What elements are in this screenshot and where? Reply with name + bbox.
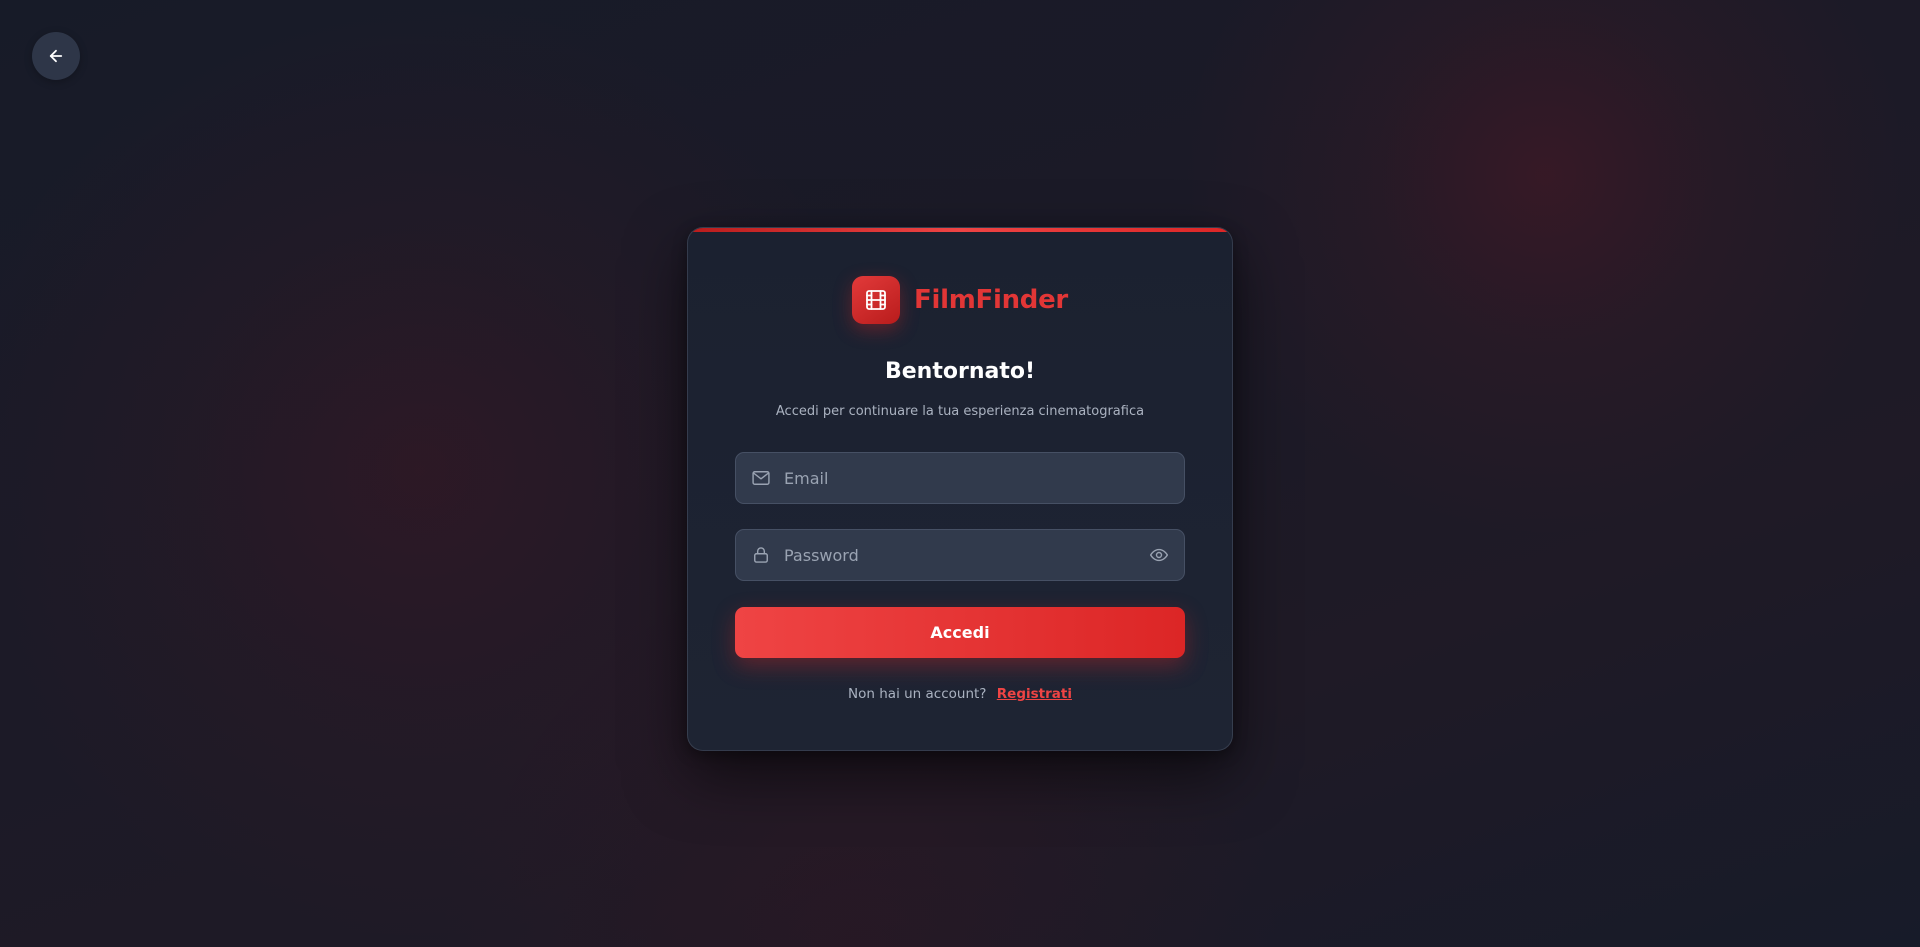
back-button[interactable] bbox=[32, 32, 80, 80]
login-button[interactable]: Accedi bbox=[735, 607, 1185, 658]
page-subtitle: Accedi per continuare la tua esperienza … bbox=[775, 404, 1145, 419]
card-accent-bar bbox=[688, 228, 1232, 232]
signup-row: Non hai un account? Registrati bbox=[688, 686, 1232, 702]
eye-icon bbox=[1149, 548, 1169, 562]
password-field[interactable] bbox=[735, 529, 1185, 581]
arrow-left-icon bbox=[49, 49, 63, 63]
page-title: Bentornato! bbox=[884, 359, 1035, 384]
login-card: FilmFinder Bentornato! Accedi per contin… bbox=[687, 227, 1233, 751]
email-field[interactable] bbox=[735, 452, 1185, 504]
film-icon bbox=[866, 290, 886, 310]
lock-icon bbox=[751, 545, 771, 565]
password-input[interactable] bbox=[784, 530, 1134, 580]
brand-logo bbox=[852, 276, 901, 324]
brand-name: FilmFinder bbox=[914, 285, 1068, 315]
email-input[interactable] bbox=[784, 453, 1134, 503]
signup-link[interactable]: Registrati bbox=[997, 686, 1072, 702]
signup-prompt: Non hai un account? bbox=[848, 686, 987, 702]
mail-icon bbox=[751, 468, 771, 488]
show-password-toggle[interactable] bbox=[1148, 544, 1170, 566]
brand: FilmFinder bbox=[688, 276, 1232, 324]
